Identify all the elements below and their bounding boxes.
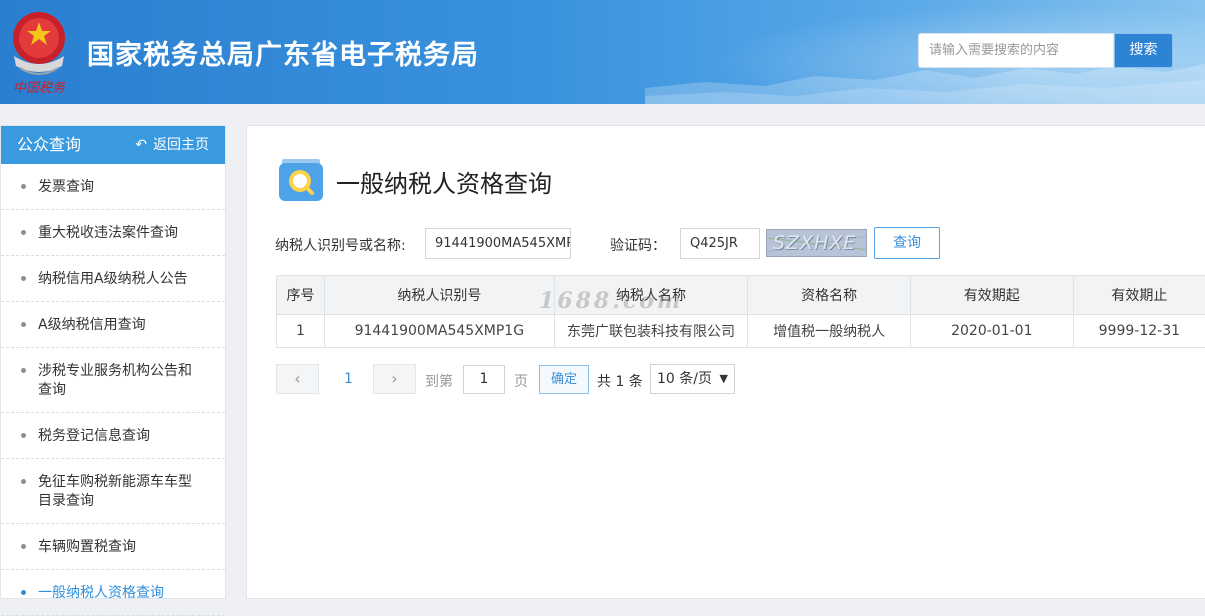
goto-confirm-button[interactable]: 确定 (539, 365, 589, 394)
sidebar-title: 公众查询 (17, 135, 81, 154)
bullet-icon (21, 322, 26, 327)
back-home-label: 返回主页 (153, 137, 209, 153)
svg-text:中国税务: 中国税务 (13, 81, 66, 96)
sidebar-item-label: A级纳税信用查询 (38, 317, 146, 333)
bullet-icon (21, 544, 26, 549)
sidebar-item-label: 发票查询 (38, 179, 94, 195)
prev-page-button[interactable]: ‹ (276, 364, 319, 394)
page-size-select[interactable]: 10 条/页 ▼ (650, 364, 735, 394)
sidebar-item-registration[interactable]: 税务登记信息查询 (1, 413, 225, 459)
taxpayer-label: 纳税人识别号或名称: (275, 235, 406, 255)
bullet-icon (21, 230, 26, 235)
sidebar-item-general-taxpayer[interactable]: 一般纳税人资格查询 (1, 570, 225, 616)
cell-index: 1 (277, 315, 325, 348)
sidebar-item-vehicle-tax[interactable]: 车辆购置税查询 (1, 524, 225, 570)
back-arrow-icon: ↶ (135, 126, 147, 164)
sidebar-item-label: 税务登记信息查询 (38, 428, 150, 444)
search-button[interactable]: 搜索 (1114, 33, 1173, 68)
sidebar-menu: 发票查询 重大税收违法案件查询 纳税信用A级纳税人公告 A级纳税信用查询 涉税专… (1, 164, 225, 616)
query-search-icon (278, 157, 324, 203)
site-header: 中国税务 国家税务总局广东省电子税务局 请输入需要搜索的内容 搜索 (0, 0, 1205, 104)
sidebar-item-violation-cases[interactable]: 重大税收违法案件查询 (1, 210, 225, 256)
goto-page-input[interactable]: 1 (463, 365, 505, 394)
next-page-button[interactable]: › (373, 364, 416, 394)
bullet-icon (21, 276, 26, 281)
results-table: 序号 纳税人识别号 纳税人名称 资格名称 有效期起 有效期止 1 9144190… (276, 275, 1205, 348)
sidebar-item-label: 纳税信用A级纳税人公告 (38, 271, 188, 287)
sidebar-item-a-credit-query[interactable]: A级纳税信用查询 (1, 302, 225, 348)
chevron-down-icon: ▼ (720, 365, 728, 393)
col-header-valid-to: 有效期止 (1073, 276, 1205, 315)
sidebar-item-label: 重大税收违法案件查询 (38, 225, 178, 241)
cell-taxpayer-name: 东莞广联包装科技有限公司 (554, 315, 748, 348)
cell-qualification: 增值税一般纳税人 (748, 315, 911, 348)
bullet-icon (21, 433, 26, 438)
bullet-icon (21, 590, 26, 595)
taxpayer-input[interactable]: 91441900MA545XMP1G (425, 228, 571, 259)
bullet-icon (21, 184, 26, 189)
col-header-qualification: 资格名称 (748, 276, 911, 315)
sidebar: 公众查询 ↶ 返回主页 发票查询 重大税收违法案件查询 纳税信用A级纳税人公告 A… (0, 125, 226, 599)
page-size-value: 10 条/页 (657, 371, 712, 387)
sidebar-item-a-credit-notice[interactable]: 纳税信用A级纳税人公告 (1, 256, 225, 302)
search-input[interactable]: 请输入需要搜索的内容 (918, 33, 1114, 68)
sidebar-item-tax-agency[interactable]: 涉税专业服务机构公告和查询 (1, 348, 225, 413)
page-number-current[interactable]: 1 (344, 371, 353, 387)
sidebar-item-invoice-query[interactable]: 发票查询 (1, 164, 225, 210)
col-header-taxpayer-id: 纳税人识别号 (324, 276, 554, 315)
bullet-icon (21, 368, 26, 373)
goto-label: 到第 (425, 371, 453, 391)
page-title: 一般纳税人资格查询 (336, 164, 552, 199)
total-count: 共 1 条 (597, 371, 643, 391)
col-header-valid-from: 有效期起 (910, 276, 1073, 315)
tax-emblem-icon: 中国税务 (6, 8, 72, 96)
captcha-label: 验证码： (610, 235, 666, 255)
page-unit-label: 页 (514, 371, 528, 391)
cell-taxpayer-id: 91441900MA545XMP1G (324, 315, 554, 348)
captcha-text: SZXHXE (773, 232, 856, 254)
sidebar-item-label: 车辆购置税查询 (38, 539, 136, 555)
back-home-button[interactable]: ↶ 返回主页 (135, 126, 209, 164)
bullet-icon (21, 479, 26, 484)
sidebar-item-label: 涉税专业服务机构公告和查询 (38, 363, 192, 398)
sidebar-header: 公众查询 ↶ 返回主页 (1, 126, 225, 164)
col-header-index: 序号 (277, 276, 325, 315)
query-button[interactable]: 查询 (874, 227, 940, 259)
captcha-image[interactable]: SZXHXE (766, 229, 867, 257)
sidebar-item-ev-catalog[interactable]: 免征车购税新能源车车型目录查询 (1, 459, 225, 524)
captcha-input[interactable]: Q425JR (680, 228, 760, 259)
main-panel: 一般纳税人资格查询 纳税人识别号或名称: 91441900MA545XMP1G … (246, 125, 1205, 599)
watermark: 1688.com (539, 288, 683, 314)
sidebar-item-label: 免征车购税新能源车车型目录查询 (38, 474, 192, 509)
table-row: 1 91441900MA545XMP1G 东莞广联包装科技有限公司 增值税一般纳… (277, 315, 1205, 348)
cell-valid-to: 9999-12-31 (1073, 315, 1205, 348)
cell-valid-from: 2020-01-01 (910, 315, 1073, 348)
site-title: 国家税务总局广东省电子税务局 (87, 33, 479, 72)
table-header-row: 序号 纳税人识别号 纳税人名称 资格名称 有效期起 有效期止 (277, 276, 1205, 315)
